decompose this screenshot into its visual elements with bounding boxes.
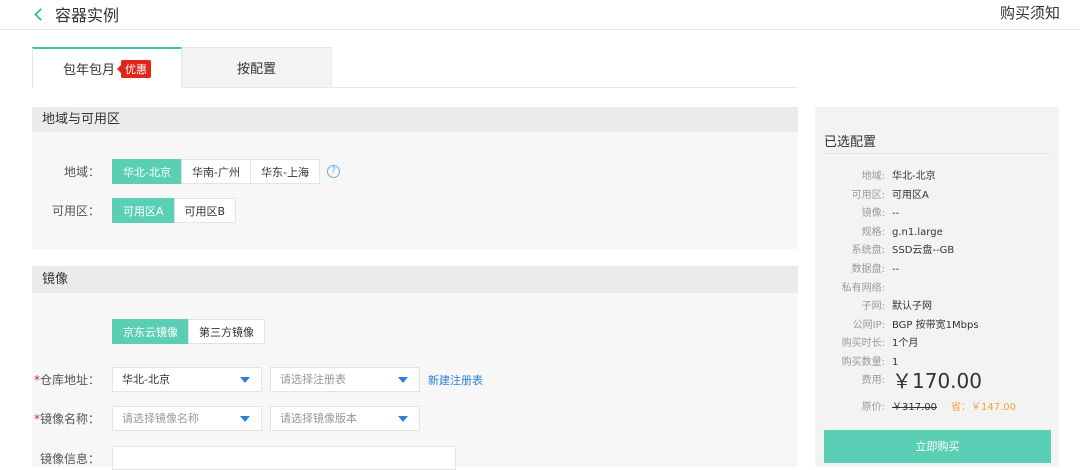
summary-fee-row: 费用: ￥170.00	[815, 369, 1059, 393]
chevron-left-icon	[34, 8, 47, 21]
region-option-guangzhou[interactable]: 华南-广州	[180, 159, 251, 184]
fee-value: ￥170.00	[892, 369, 982, 393]
image-name-placeholder: 请选择镜像名称	[122, 412, 199, 425]
summary-item-value: BGP 按带宽1Mbps	[892, 319, 979, 331]
summary-item: 数据盘: --	[815, 263, 1059, 277]
image-version-select[interactable]: 请选择镜像版本	[270, 406, 420, 431]
summary-item-value: g.n1.large	[892, 226, 943, 238]
summary-item: 规格: g.n1.large	[815, 226, 1059, 240]
image-info-label: 镜像信息：	[39, 451, 100, 466]
region-option-shanghai[interactable]: 华东-上海	[249, 159, 320, 184]
image-info-box	[112, 446, 456, 470]
image-section: 镜像 京东云镜像 第三方镜像 *仓库地址： 华北-北京 请选择注册表 新建注册表…	[32, 266, 798, 470]
image-source-row: 京东云镜像 第三方镜像	[112, 319, 265, 344]
summary-item-key: 数据盘:	[851, 264, 885, 275]
image-version-placeholder: 请选择镜像版本	[280, 412, 357, 425]
image-name-select[interactable]: 请选择镜像名称	[112, 406, 262, 431]
selected-config-panel: 已选配置 地域: 华北-北京 可用区: 可用区A 镜像: -- 规格: g.n1.large 系…	[815, 107, 1059, 467]
summary-item: 地域: 华北-北京	[815, 170, 1059, 184]
region-row: 地域： 华北-北京 华南-广州 华东-上海 ?	[32, 159, 340, 184]
image-source-jdcloud[interactable]: 京东云镜像	[112, 319, 189, 344]
summary-item-key: 规格:	[861, 226, 885, 238]
tab-by-config[interactable]: 按配置	[182, 47, 332, 88]
image-name-label: *镜像名称：	[33, 412, 100, 426]
zone-options: 可用区A 可用区B	[112, 198, 237, 223]
region-section-title: 地域与可用区	[32, 107, 798, 132]
repo-select[interactable]: 华北-北京	[112, 367, 262, 392]
summary-item-value: 1	[892, 357, 899, 368]
billing-tabs: 包年包月 优惠 按配置	[32, 47, 332, 88]
region-label: 地域：	[63, 165, 100, 179]
zone-option-b[interactable]: 可用区B	[173, 198, 237, 223]
save-amount: 省：￥147.00	[951, 402, 1016, 413]
summary-item-value: SSD云盘--GB	[892, 245, 955, 257]
repo-select-value: 华北-北京	[122, 373, 170, 386]
zone-row: 可用区： 可用区A 可用区B	[32, 198, 237, 223]
fee-label: 费用:	[861, 375, 885, 386]
summary-item: 系统盘: SSD云盘--GB	[815, 244, 1059, 258]
new-registry-link[interactable]: 新建注册表	[428, 372, 483, 388]
tab-monthly-label: 包年包月	[62, 63, 115, 78]
summary-orig-row: 原价: ￥317.00 省：￥147.00	[815, 401, 1059, 415]
tab-divider	[182, 87, 798, 88]
image-name-row: *镜像名称： 请选择镜像名称 请选择镜像版本	[32, 406, 428, 431]
image-info-row: 镜像信息：	[32, 446, 456, 470]
summary-item: 子网: 默认子网	[815, 300, 1059, 314]
image-section-title: 镜像	[32, 266, 798, 293]
region-option-beijing[interactable]: 华北-北京	[112, 159, 182, 184]
summary-item-value: --	[892, 264, 900, 275]
summary-item: 可用区: 可用区A	[815, 189, 1059, 203]
orig-label: 原价:	[861, 402, 885, 413]
summary-item-key: 子网:	[861, 301, 885, 313]
summary-item-key: 系统盘:	[851, 245, 885, 257]
summary-title: 已选配置	[824, 135, 877, 150]
summary-item-key: 购买时长:	[841, 338, 885, 350]
summary-item-value: 华北-北京	[892, 171, 936, 182]
summary-item-value: --	[892, 208, 900, 220]
dropdown-caret-icon	[398, 416, 408, 422]
summary-item-key: 购买数量:	[841, 357, 885, 368]
summary-divider	[824, 153, 1050, 154]
summary-item-key: 公网IP:	[852, 319, 885, 331]
orig-price: ￥317.00	[892, 402, 937, 413]
top-bar: 容器实例 购买须知	[0, 0, 1080, 30]
summary-item: 镜像: --	[815, 207, 1059, 221]
buy-now-button[interactable]: 立即购买	[824, 430, 1051, 463]
zone-label: 可用区：	[51, 204, 100, 218]
summary-item-key: 镜像:	[861, 208, 885, 220]
page-title: 容器实例	[55, 6, 120, 25]
region-options: 华北-北京 华南-广州 华东-上海	[112, 159, 320, 184]
summary-item-value: 默认子网	[892, 301, 932, 313]
summary-item-value: 1个月	[892, 338, 919, 350]
registry-select-placeholder: 请选择注册表	[280, 373, 346, 386]
summary-item: 购买数量: 1	[815, 356, 1059, 370]
purchase-notice-link[interactable]: 购买须知	[1000, 2, 1060, 23]
dropdown-caret-icon	[240, 416, 250, 422]
summary-item-key: 可用区:	[851, 189, 885, 201]
registry-select[interactable]: 请选择注册表	[270, 367, 420, 392]
dropdown-caret-icon	[398, 377, 408, 383]
summary-item-key: 私有网络:	[841, 282, 885, 294]
summary-item: 购买时长: 1个月	[815, 337, 1059, 351]
help-icon[interactable]: ?	[326, 165, 340, 178]
summary-item-value: 可用区A	[892, 189, 929, 201]
discount-badge: 优惠	[117, 59, 151, 78]
dropdown-caret-icon	[240, 377, 250, 383]
tab-monthly[interactable]: 包年包月 优惠	[32, 47, 182, 88]
repo-label: *仓库地址：	[33, 373, 100, 387]
region-section: 地域与可用区 地域： 华北-北京 华南-广州 华东-上海 ? 可用区： 可用区A…	[32, 107, 798, 249]
summary-item-key: 地域:	[861, 171, 885, 182]
image-source-thirdparty[interactable]: 第三方镜像	[188, 319, 265, 344]
back-button[interactable]: 容器实例	[34, 2, 120, 26]
image-source-options: 京东云镜像 第三方镜像	[112, 319, 265, 344]
summary-item: 私有网络:	[815, 282, 1059, 296]
repo-row: *仓库地址： 华北-北京 请选择注册表 新建注册表	[32, 367, 483, 392]
zone-option-a[interactable]: 可用区A	[112, 198, 175, 223]
summary-item: 公网IP: BGP 按带宽1Mbps	[815, 319, 1059, 333]
